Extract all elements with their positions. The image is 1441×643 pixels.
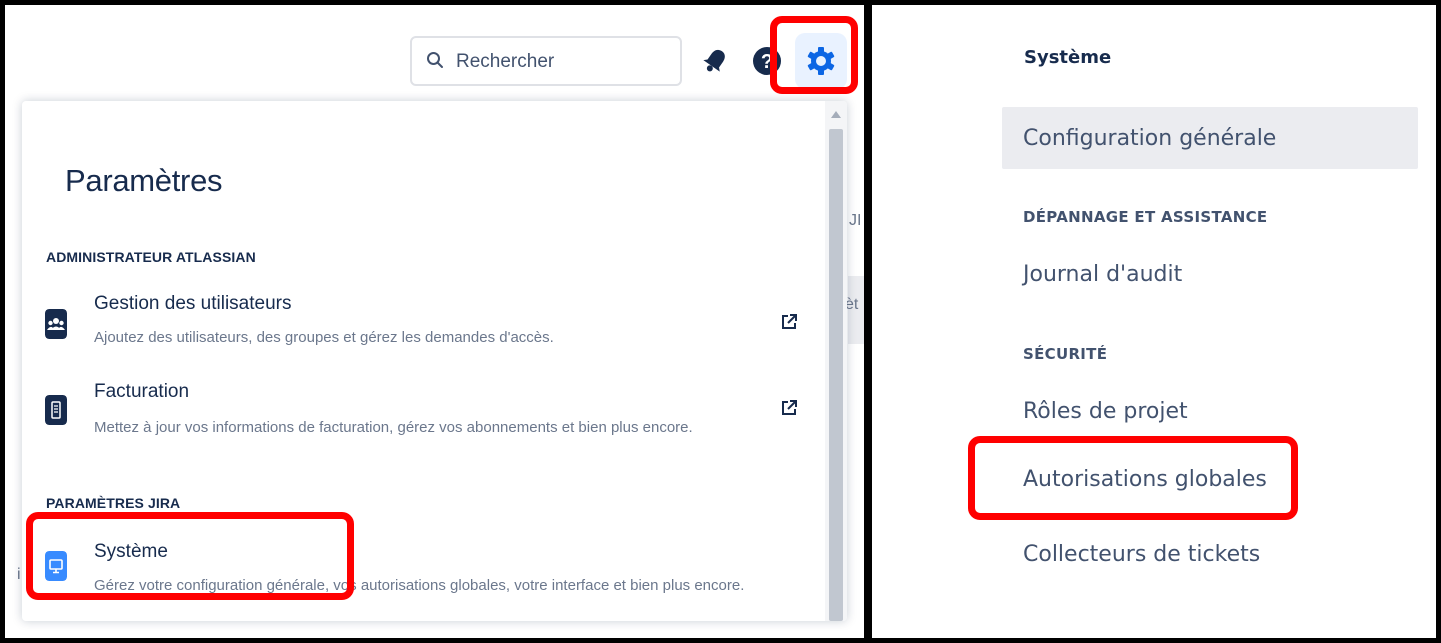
users-icon	[45, 309, 67, 339]
menu-item-title: Facturation	[94, 381, 190, 402]
section-header-atlassian-admin: ADMINISTRATEUR ATLASSIAN	[46, 249, 256, 265]
menu-item-description: Mettez à jour vos informations de factur…	[94, 419, 693, 436]
search-icon	[427, 52, 443, 68]
section-header-security: SÉCURITÉ	[1023, 345, 1108, 363]
notifications-bell-icon[interactable]	[702, 46, 728, 76]
menu-item-description: Ajoutez des utilisateurs, des groupes et…	[94, 329, 554, 346]
background-text-fragment: JI	[849, 212, 862, 229]
section-header-troubleshooting: DÉPANNAGE ET ASSISTANCE	[1023, 208, 1268, 226]
external-link-icon	[782, 400, 797, 415]
system-highlight-box	[26, 512, 354, 600]
sidebar-item-label[interactable]: Configuration générale	[1023, 126, 1276, 151]
sidebar-item-project-roles[interactable]: Rôles de projet	[1023, 399, 1188, 424]
billing-icon	[45, 395, 67, 425]
section-header-jira-settings: PARAMÈTRES JIRA	[46, 495, 181, 511]
background-text-fragment: i	[17, 566, 21, 583]
sidebar-title: Système	[1024, 47, 1112, 68]
background-text-fragment: èt	[845, 296, 859, 313]
scroll-up-arrow-icon[interactable]	[831, 111, 841, 118]
global-permissions-highlight-box	[968, 436, 1298, 520]
menu-item-title: Gestion des utilisateurs	[94, 293, 292, 314]
search-placeholder: Rechercher	[456, 51, 555, 72]
gear-highlight-box	[770, 16, 858, 94]
sidebar-item-audit-log[interactable]: Journal d'audit	[1023, 262, 1182, 287]
menu-scrollbar[interactable]	[825, 101, 847, 621]
external-link-icon	[782, 314, 797, 329]
search-input[interactable]: Rechercher	[410, 36, 682, 86]
menu-title: Paramètres	[65, 163, 223, 198]
sidebar-item-issue-collectors[interactable]: Collecteurs de tickets	[1023, 542, 1260, 567]
scrollbar-thumb[interactable]	[829, 129, 843, 621]
